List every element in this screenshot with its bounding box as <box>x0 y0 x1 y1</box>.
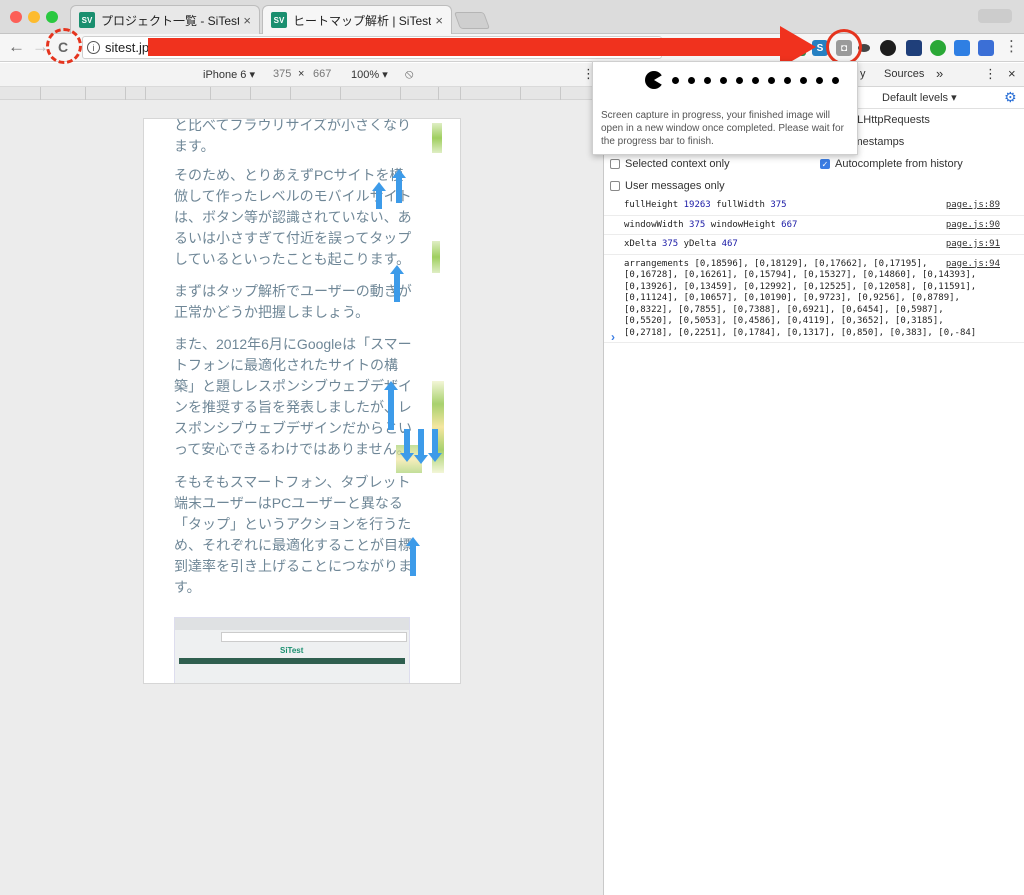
heatmap-spot <box>432 241 440 273</box>
annotation-arrow-shaft <box>148 38 788 56</box>
source-link[interactable]: page.js:90 <box>946 220 1000 232</box>
log-xhr-label: MLHttpRequests <box>848 114 930 126</box>
log-xhr-option[interactable]: MLHttpRequests <box>848 114 930 126</box>
annotation-reload-circle <box>46 28 82 64</box>
device-toolbar: iPhone 6 ▾ 375 × 667 100% ▾ ⦸ ⋮ <box>0 63 603 87</box>
source-link[interactable]: page.js:91 <box>946 239 1000 251</box>
new-tab-button[interactable] <box>453 12 491 29</box>
tab-project-list[interactable]: SV プロジェクト一覧 - SiTest × <box>70 5 260 34</box>
back-icon[interactable]: ← <box>8 37 25 57</box>
tab-partial[interactable]: y <box>860 68 866 80</box>
selected-context-checkbox[interactable]: Selected context only <box>610 158 730 170</box>
user-messages-label: User messages only <box>625 180 725 192</box>
rotate-icon[interactable]: ⦸ <box>405 66 413 82</box>
url-text: sitest.jp/ <box>105 40 153 55</box>
article-paragraph: まずはタップ解析でユーザーの動きが正常かどうか把握しましょう。 <box>174 283 412 320</box>
device-select[interactable]: iPhone 6 ▾ <box>203 68 255 81</box>
tab-title: ヒートマップ解析 | SiTest <box>293 13 432 28</box>
annotation-camera-circle <box>826 29 862 65</box>
window-extension-icon[interactable] <box>906 40 922 56</box>
console-output: fullHeight 19263 fullWidth 375 page.js:89… <box>604 196 1024 343</box>
menu-icon[interactable]: ⋮ <box>1004 37 1019 55</box>
console-log-entry: windowWidth 375 windowHeight 667 page.js:… <box>604 216 1024 235</box>
profile-button[interactable] <box>978 9 1012 23</box>
close-window-button[interactable] <box>10 11 22 23</box>
article-paragraph: また、2012年6月にGoogleは「スマートフォンに最適化されたサイトの構築」… <box>174 336 412 457</box>
source-link[interactable]: page.js:94 <box>946 259 1000 271</box>
tab-heatmap-analysis[interactable]: SV ヒートマップ解析 | SiTest × <box>262 5 452 34</box>
translate-extension-icon[interactable] <box>978 40 994 56</box>
color-extension-icon[interactable] <box>880 40 896 56</box>
progress-dot <box>816 77 823 84</box>
source-link[interactable]: page.js:89 <box>946 200 1000 212</box>
tap-arrow-down-icon <box>400 429 414 462</box>
green-extension-icon[interactable] <box>930 40 946 56</box>
blue-extension-icon[interactable] <box>954 40 970 56</box>
progress-dot <box>704 77 711 84</box>
devtools-close-icon[interactable]: × <box>1008 66 1016 81</box>
checkbox-icon[interactable] <box>610 159 620 169</box>
tap-arrow-up-icon <box>406 537 420 576</box>
thumb-brand-logo: SiTest <box>280 646 304 655</box>
arrangements-text: arrangements [0,18596], [0,18129], [0,17… <box>624 258 977 338</box>
tap-arrow-up-icon <box>392 169 406 203</box>
tab-sources[interactable]: Sources <box>884 68 924 80</box>
tap-arrow-down-icon <box>428 429 442 462</box>
more-tabs-icon[interactable]: » <box>936 66 943 81</box>
checkbox-checked-icon[interactable]: ✓ <box>820 159 830 169</box>
sitest-favicon-icon: SV <box>79 12 95 28</box>
progress-dot <box>672 77 679 84</box>
tab-close-icon[interactable]: × <box>243 13 251 28</box>
capture-message: Screen capture in progress, your finishe… <box>601 110 844 147</box>
console-log-entry: arrangements [0,18596], [0,18129], [0,17… <box>604 255 1024 343</box>
article-paragraph: そのため、とりあえずPCサイトを模倣して作ったレベルのモバイルサイトは、ボタン等… <box>174 167 412 267</box>
devtools-divider[interactable] <box>603 63 604 895</box>
screen-capture-popup: Screen capture in progress, your finishe… <box>592 61 858 155</box>
info-icon[interactable]: i <box>87 41 100 54</box>
article-paragraph: そもそもスマートフォン、タブレット端末ユーザーはPCユーザーと異なる「タップ」と… <box>174 474 412 595</box>
pacman-progress-icon <box>645 71 663 89</box>
emulated-page: と比べてフラウリサイズが小さくなります。 そのため、とりあえずPCサイトを模倣し… <box>143 118 461 684</box>
article-screenshot-image: SiTest <box>174 617 410 683</box>
minimize-window-button[interactable] <box>28 11 40 23</box>
progress-dot <box>800 77 807 84</box>
tab-title: プロジェクト一覧 - SiTest <box>101 13 240 28</box>
tap-arrow-up-icon <box>390 265 404 302</box>
tap-arrow-down-icon <box>414 429 428 464</box>
tab-strip: SV プロジェクト一覧 - SiTest × SV ヒートマップ解析 | SiT… <box>0 0 1024 34</box>
console-log-entry: xDelta 375 yDelta 467 page.js:91 <box>604 235 1024 255</box>
autocomplete-label: Autocomplete from history <box>835 158 963 170</box>
progress-dot <box>832 77 839 84</box>
article-paragraph: と比べてフラウリサイズが小さくなります。 <box>174 118 412 154</box>
tap-arrow-up-icon <box>372 182 386 209</box>
checkbox-icon[interactable] <box>610 181 620 191</box>
autocomplete-checkbox[interactable]: ✓ Autocomplete from history <box>820 158 963 170</box>
heatmap-spot <box>432 123 442 153</box>
device-height[interactable]: 667 <box>313 68 331 80</box>
console-log-entry: fullHeight 19263 fullWidth 375 page.js:89 <box>604 196 1024 216</box>
sitest-favicon-icon: SV <box>271 12 287 28</box>
zoom-select[interactable]: 100% ▾ <box>351 68 388 81</box>
progress-dot <box>784 77 791 84</box>
progress-dot <box>688 77 695 84</box>
tab-close-icon[interactable]: × <box>435 13 443 28</box>
thumb-address-bar <box>221 632 407 642</box>
gear-icon[interactable]: ⚙ <box>1004 89 1017 106</box>
media-query-ruler <box>0 87 603 100</box>
thumb-browser-bar <box>175 618 409 630</box>
tap-arrow-up-icon <box>384 381 398 430</box>
user-messages-checkbox[interactable]: User messages only <box>610 180 725 192</box>
times-sign: × <box>298 68 305 80</box>
console-prompt[interactable]: › <box>611 330 615 344</box>
thumb-nav-strip <box>179 658 405 664</box>
device-width[interactable]: 375 <box>273 68 291 80</box>
devtools-menu-icon[interactable]: ⋮ <box>984 66 997 82</box>
selected-context-label: Selected context only <box>625 158 730 170</box>
progress-dot <box>752 77 759 84</box>
progress-dot <box>720 77 727 84</box>
progress-dot <box>736 77 743 84</box>
zoom-window-button[interactable] <box>46 11 58 23</box>
default-levels-select[interactable]: Default levels ▾ <box>882 91 957 104</box>
progress-dot <box>768 77 775 84</box>
